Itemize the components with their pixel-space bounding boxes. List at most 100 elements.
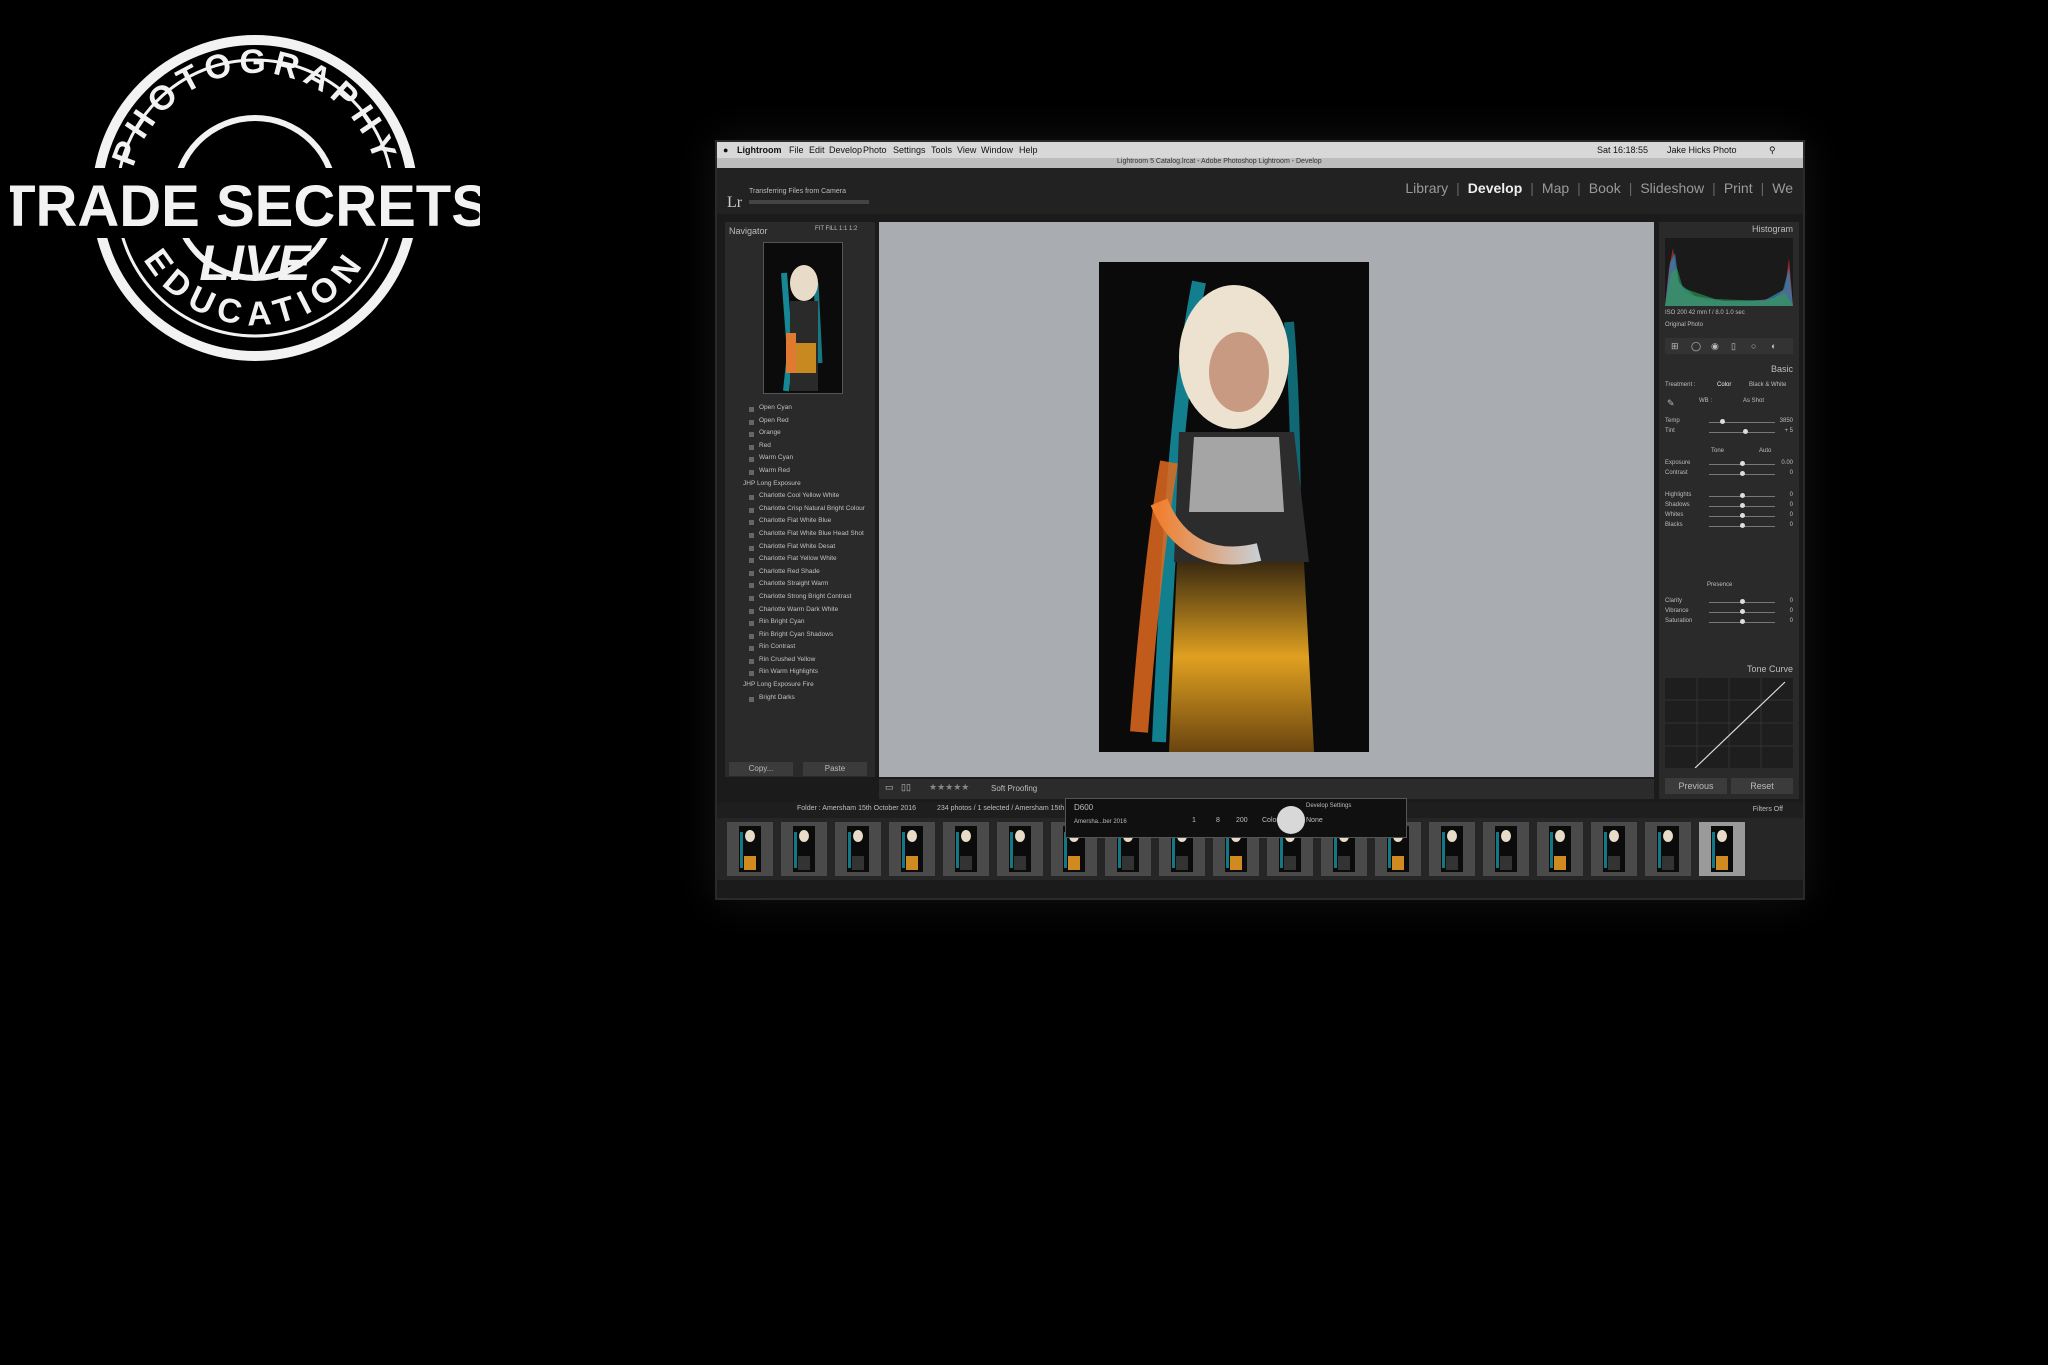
wb-select[interactable]: As Shot	[1743, 398, 1764, 404]
slider-value[interactable]: 0	[1790, 492, 1793, 498]
folder-info[interactable]: Folder : Amersham 15th October 2016	[797, 805, 916, 812]
tone-curve-header[interactable]: Tone Curve	[1747, 664, 1793, 674]
filmstrip-thumbnail[interactable]	[727, 822, 773, 876]
filmstrip-thumbnail[interactable]	[889, 822, 935, 876]
slider-value[interactable]: 0	[1790, 502, 1793, 508]
preset-item[interactable]: Charlotte Red Shade	[729, 568, 871, 581]
slider-knob[interactable]	[1740, 619, 1745, 624]
slider-tint[interactable]: Tint + 5	[1665, 428, 1793, 438]
auto-tone-button[interactable]: Auto	[1759, 448, 1771, 454]
filmstrip-thumbnail[interactable]	[781, 822, 827, 876]
paste-button[interactable]: Paste	[803, 762, 867, 776]
soft-proofing-checkbox[interactable]: Soft Proofing	[991, 784, 1037, 793]
filters-dropdown[interactable]: Filters Off	[1753, 806, 1783, 813]
slider-knob[interactable]	[1720, 419, 1726, 424]
filmstrip-thumbnail[interactable]	[943, 822, 989, 876]
filmstrip-thumbnail[interactable]	[1699, 822, 1745, 876]
slider-track[interactable]	[1709, 422, 1775, 423]
menu-window[interactable]: Window	[981, 145, 1013, 155]
image-canvas[interactable]	[879, 222, 1654, 777]
preset-item[interactable]: Red	[729, 442, 871, 455]
preset-item[interactable]: Charlotte Flat White Desat	[729, 543, 871, 556]
preset-item[interactable]: Charlotte Crisp Natural Bright Colour	[729, 505, 871, 518]
treatment-color-option[interactable]: Color	[1717, 382, 1731, 388]
slider-value[interactable]: 0.00	[1781, 460, 1793, 466]
spot-removal-icon[interactable]: ◯	[1691, 341, 1701, 352]
module-library[interactable]: Library	[1405, 180, 1448, 196]
slider-knob[interactable]	[1740, 461, 1745, 466]
slider-saturation[interactable]: Saturation 0	[1665, 618, 1793, 628]
slider-knob[interactable]	[1740, 493, 1745, 498]
compare-view-icon[interactable]: ▯▯	[901, 782, 911, 793]
preset-item[interactable]: Rin Bright Cyan Shadows	[729, 631, 871, 644]
slider-knob[interactable]	[1740, 609, 1745, 614]
import-slider-knob[interactable]	[1277, 806, 1305, 834]
preset-item[interactable]: Warm Red	[729, 467, 871, 480]
slider-clarity[interactable]: Clarity 0	[1665, 598, 1793, 608]
module-print[interactable]: Print	[1724, 180, 1753, 196]
previous-button[interactable]: Previous	[1665, 778, 1727, 794]
crop-tool-icon[interactable]: ⊞	[1671, 341, 1679, 352]
develop-settings-select[interactable]: None	[1306, 817, 1323, 824]
navigator-preview[interactable]	[763, 242, 843, 394]
slider-track[interactable]	[1709, 432, 1775, 433]
filmstrip-thumbnail[interactable]	[1591, 822, 1637, 876]
treatment-bw-option[interactable]: Black & White	[1749, 382, 1786, 388]
menu-user[interactable]: Jake Hicks Photo	[1667, 145, 1737, 155]
slider-temp[interactable]: Temp 3850	[1665, 418, 1793, 428]
preset-item[interactable]: Rin Contrast	[729, 643, 871, 656]
radial-filter-icon[interactable]: ○	[1751, 341, 1756, 351]
preset-item[interactable]: Charlotte Straight Warm	[729, 580, 871, 593]
slider-value[interactable]: 0	[1790, 598, 1793, 604]
preset-item[interactable]: Rin Warm Highlights	[729, 668, 871, 681]
preset-item[interactable]: Charlotte Strong Bright Contrast	[729, 593, 871, 606]
filmstrip-thumbnail[interactable]	[835, 822, 881, 876]
loupe-view-icon[interactable]: ▭	[885, 782, 894, 793]
preset-item[interactable]: Open Cyan	[729, 404, 871, 417]
navigator-zoom-options[interactable]: FIT FILL 1:1 1:2	[815, 226, 857, 232]
slider-knob[interactable]	[1740, 471, 1745, 476]
apple-icon[interactable]: ●	[723, 145, 728, 155]
slider-contrast[interactable]: Contrast 0	[1665, 470, 1793, 480]
menu-clock[interactable]: Sat 16:18:55	[1597, 145, 1648, 155]
preset-item[interactable]: Charlotte Flat White Blue	[729, 517, 871, 530]
slider-knob[interactable]	[1743, 429, 1749, 434]
filmstrip-thumbnail[interactable]	[997, 822, 1043, 876]
module-slideshow[interactable]: Slideshow	[1640, 180, 1704, 196]
filmstrip-thumbnail[interactable]	[1645, 822, 1691, 876]
filmstrip-thumbnail[interactable]	[1483, 822, 1529, 876]
menu-help[interactable]: Help	[1019, 145, 1038, 155]
slider-value[interactable]: + 5	[1784, 428, 1793, 434]
menu-settings[interactable]: Settings	[893, 145, 926, 155]
menu-view[interactable]: View	[957, 145, 976, 155]
preset-item[interactable]: Warm Cyan	[729, 454, 871, 467]
slider-blacks[interactable]: Blacks 0	[1665, 522, 1793, 532]
preset-item[interactable]: Bright Darks	[729, 694, 871, 707]
filmstrip-thumbnail[interactable]	[1429, 822, 1475, 876]
module-web[interactable]: We	[1772, 180, 1793, 196]
slider-exposure[interactable]: Exposure 0.00	[1665, 460, 1793, 470]
original-photo-checkbox[interactable]: Original Photo	[1665, 322, 1703, 328]
copy-button[interactable]: Copy...	[729, 762, 793, 776]
menu-file[interactable]: File	[789, 145, 804, 155]
preset-item[interactable]: Orange	[729, 429, 871, 442]
spotlight-icon[interactable]: ⚲	[1769, 145, 1776, 156]
slider-value[interactable]: 0	[1790, 512, 1793, 518]
wb-eyedropper-icon[interactable]: ✎	[1667, 398, 1675, 409]
slider-value[interactable]: 3850	[1780, 418, 1793, 424]
module-develop[interactable]: Develop	[1468, 180, 1522, 196]
main-photo[interactable]	[1099, 262, 1369, 752]
preset-folder[interactable]: JHP Long Exposure	[729, 480, 871, 493]
slider-vibrance[interactable]: Vibrance 0	[1665, 608, 1793, 618]
adjustment-brush-icon[interactable]: ◐	[1771, 341, 1776, 351]
filmstrip-thumbnail[interactable]	[1537, 822, 1583, 876]
slider-shadows[interactable]: Shadows 0	[1665, 502, 1793, 512]
preset-item[interactable]: Charlotte Cool Yellow White	[729, 492, 871, 505]
slider-highlights[interactable]: Highlights 0	[1665, 492, 1793, 502]
graduated-filter-icon[interactable]: ▯	[1731, 341, 1736, 352]
slider-knob[interactable]	[1740, 513, 1745, 518]
slider-knob[interactable]	[1740, 503, 1745, 508]
preset-item[interactable]: Charlotte Flat Yellow White	[729, 555, 871, 568]
preset-item[interactable]: Rin Crushed Yellow	[729, 656, 871, 669]
camera-model[interactable]: D600	[1074, 803, 1093, 812]
